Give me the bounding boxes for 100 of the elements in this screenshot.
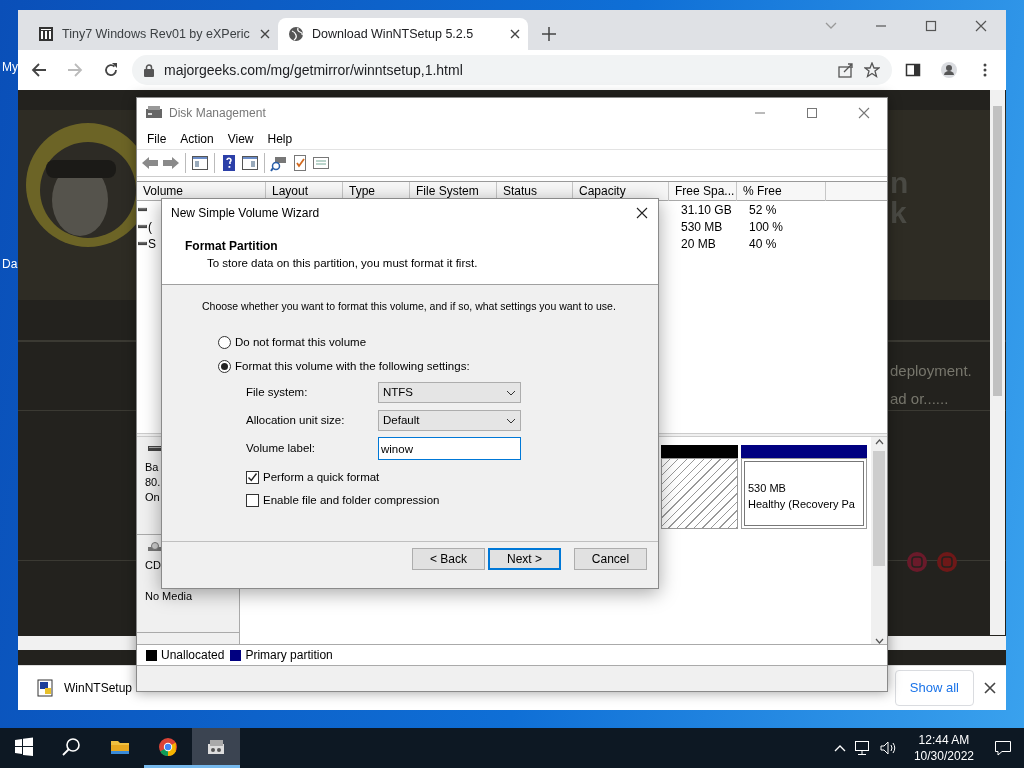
radio-button[interactable]	[218, 336, 231, 350]
checkbox[interactable]	[246, 470, 259, 484]
menu-item[interactable]: File	[140, 129, 174, 148]
maximize-icon[interactable]	[924, 19, 938, 33]
back-icon[interactable]	[31, 62, 47, 78]
close-icon[interactable]	[984, 682, 996, 694]
start-icon[interactable]	[14, 736, 34, 757]
dropdown[interactable]: Default	[378, 410, 521, 432]
scrollbar[interactable]	[990, 90, 1005, 635]
panel-icon[interactable]	[241, 154, 259, 172]
chevron-icon	[506, 417, 516, 424]
columns-icon	[38, 26, 54, 42]
scrollbar[interactable]	[888, 636, 1006, 650]
wizard-button[interactable]: Cancel	[574, 548, 647, 570]
list-icon[interactable]	[312, 154, 330, 172]
disc-icon	[148, 542, 162, 552]
wizard-button[interactable]: Next >	[488, 548, 561, 570]
window-title: Disk Management	[169, 105, 267, 122]
desktop-icon-label[interactable]: Da	[2, 255, 18, 273]
checkbox-option[interactable]: Perform a quick format	[246, 465, 440, 489]
disk-label: 80.	[145, 475, 162, 490]
drive-icon	[138, 205, 147, 214]
field-label: Allocation unit size:	[246, 413, 346, 429]
forward-icon[interactable]	[162, 154, 180, 172]
disk-management-icon	[145, 105, 163, 121]
address-bar[interactable]: majorgeeks.com/mg/getmirror/winntsetup,1.html	[132, 55, 892, 85]
profile-icon[interactable]	[941, 62, 957, 78]
share-icon[interactable]	[838, 62, 854, 78]
help-icon[interactable]	[220, 154, 238, 172]
wizard-heading: Format Partition	[185, 238, 278, 255]
clock-date: 10/30/2022	[913, 748, 974, 764]
drive-icon	[138, 222, 147, 231]
scroll-down-icon	[874, 638, 884, 644]
table-cell-text: 20 MB	[680, 235, 716, 252]
new-tab-icon[interactable]	[542, 27, 556, 41]
desktop-icon-label[interactable]: My	[2, 58, 18, 76]
scrollbar[interactable]	[18, 636, 136, 650]
close-icon[interactable]	[510, 29, 520, 39]
volume-icon[interactable]	[879, 740, 898, 756]
dropdown-value: NTFS	[383, 385, 414, 401]
dropdown[interactable]: NTFS	[378, 382, 521, 404]
wizard-subheading: To store data on this partition, you must format it first.	[207, 256, 478, 271]
partition-status: Healthy (Recovery Pa	[748, 497, 856, 512]
checkbox-label: Enable file and folder compression	[263, 492, 440, 508]
menu-item[interactable]: Action	[173, 129, 221, 148]
column-header[interactable]: Free Spa...	[669, 182, 737, 201]
drive-icon[interactable]	[270, 154, 288, 172]
clock[interactable]: 12:44 AM 10/30/2022	[905, 732, 982, 764]
legend-label: Unallocated	[161, 647, 225, 664]
taskbar-button[interactable]	[192, 728, 240, 768]
network-icon[interactable]	[853, 740, 872, 756]
maximize-icon[interactable]	[806, 107, 818, 119]
disk-label: CD	[145, 558, 162, 573]
checkbox[interactable]	[246, 493, 259, 507]
checkbox-label: Perform a quick format	[263, 469, 380, 485]
radio-label: Format this volume with the following settings:	[235, 359, 470, 375]
scrollbar[interactable]	[871, 437, 887, 644]
globe-icon	[288, 26, 304, 42]
column-header[interactable]: % Free	[737, 182, 826, 201]
show-all-button[interactable]: Show all	[894, 670, 974, 706]
table-cell-text: 530 MB	[680, 218, 723, 235]
instruction-text: Choose whether you want to format this volume, and if so, what settings you want to use.	[202, 299, 616, 314]
menu-item[interactable]: Help	[260, 129, 300, 148]
radio-button[interactable]	[218, 360, 231, 374]
panel-icon[interactable]	[191, 154, 209, 172]
close-icon[interactable]	[636, 207, 648, 219]
chevron-up-icon[interactable]	[833, 744, 846, 752]
field-label: Volume label:	[246, 441, 317, 457]
reload-icon[interactable]	[103, 62, 119, 78]
disk-label: No Media	[145, 589, 194, 604]
chevron-icon	[506, 389, 516, 396]
chrome-icon	[158, 736, 178, 757]
browser-tab[interactable]: Download WinNTSetup 5.2.5	[278, 18, 528, 50]
text-field[interactable]: winow	[378, 437, 521, 461]
radio-label: Do not format this volume	[235, 335, 367, 351]
browser-tab[interactable]: Tiny7 Windows Rev01 by eXPeric	[28, 18, 278, 50]
table-cell-text: 40 %	[748, 235, 777, 252]
radio-option[interactable]: Format this volume with the following settings:	[218, 354, 470, 379]
checkbox-option[interactable]: Enable file and folder compression	[246, 488, 440, 512]
dropdown-value: Default	[383, 413, 420, 429]
close-icon[interactable]	[260, 29, 270, 39]
partition-area[interactable]: 530 MB Healthy (Recovery Pa	[741, 458, 867, 529]
notification-icon[interactable]	[994, 740, 1012, 756]
wizard-button[interactable]: < Back	[412, 548, 485, 570]
menu-item[interactable]: View	[220, 129, 261, 148]
table-cell-text: 100 %	[748, 218, 784, 235]
url-text: majorgeeks.com/mg/getmirror/winntsetup,1.html	[164, 60, 464, 80]
radio-option[interactable]: Do not format this volume	[218, 330, 367, 355]
legend-label: Primary partition	[245, 647, 333, 664]
table-cell-text: 31.10 GB	[680, 201, 732, 218]
field-label: File system:	[246, 385, 309, 401]
partition-area[interactable]	[661, 458, 738, 529]
table-cell: S	[148, 235, 156, 252]
search-icon[interactable]	[62, 736, 82, 757]
checklist-icon[interactable]	[291, 154, 309, 172]
download-filename[interactable]: WinNTSetup	[64, 679, 133, 697]
sidebar-icon[interactable]	[905, 62, 921, 78]
scroll-up-icon	[874, 439, 884, 445]
star-icon[interactable]	[864, 62, 880, 78]
page-text: ad or......	[890, 389, 949, 409]
